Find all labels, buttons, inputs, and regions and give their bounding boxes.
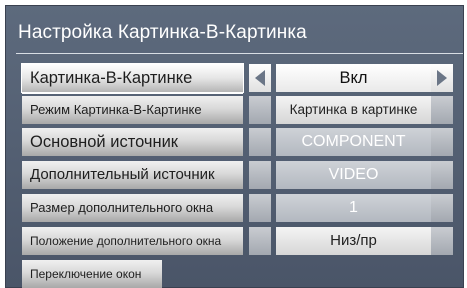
row-control-left [249, 161, 271, 189]
sub-window-size-row[interactable]: Размер дополнительного окна 1 [6, 194, 465, 222]
row-control-left [249, 128, 271, 156]
pip-settings-panel: Настройка Картинка-В-Картинка Картинка-В… [5, 5, 464, 288]
sub-source-label[interactable]: Дополнительный источник [22, 161, 243, 189]
panel-title: Настройка Картинка-В-Картинка [18, 22, 307, 43]
row-control-left [249, 96, 271, 124]
sub-window-position-value: Низ/пр [276, 227, 431, 255]
row-control-right [431, 161, 453, 189]
pip-mode-value: Картинка в картинке [276, 96, 431, 124]
pip-value: Вкл [276, 64, 431, 92]
left-arrow-button[interactable] [249, 64, 271, 92]
sub-source-row[interactable]: Дополнительный источник VIDEO [6, 161, 465, 189]
sub-window-position-row[interactable]: Положение дополнительного окна Низ/пр [6, 227, 465, 255]
main-source-label[interactable]: Основной источник [22, 128, 243, 156]
row-control-left [249, 194, 271, 222]
main-source-row[interactable]: Основной источник COMPONENT [6, 128, 465, 156]
sub-window-size-label[interactable]: Размер дополнительного окна [22, 194, 243, 222]
pip-label[interactable]: Картинка-В-Картинке [21, 63, 244, 94]
title-divider [16, 53, 463, 54]
row-control-right [431, 227, 453, 255]
triangle-left-icon [255, 70, 265, 86]
pip-row[interactable]: Картинка-В-Картинке Вкл [6, 63, 465, 94]
sub-window-size-value: 1 [276, 194, 431, 222]
row-control-right [431, 194, 453, 222]
row-control-right [431, 96, 453, 124]
sub-source-value: VIDEO [276, 161, 431, 189]
row-control-left [249, 227, 271, 255]
right-arrow-button[interactable] [431, 64, 453, 92]
swap-windows-row[interactable]: Переключение окон [6, 260, 465, 288]
triangle-right-icon [437, 70, 447, 86]
row-control-right [431, 128, 453, 156]
main-source-value: COMPONENT [276, 128, 431, 156]
pip-mode-row[interactable]: Режим Картинка-В-Картинке Картинка в кар… [6, 96, 465, 124]
sub-window-position-label[interactable]: Положение дополнительного окна [22, 227, 243, 255]
pip-mode-label[interactable]: Режим Картинка-В-Картинке [22, 96, 243, 124]
swap-windows-button[interactable]: Переключение окон [22, 260, 162, 288]
